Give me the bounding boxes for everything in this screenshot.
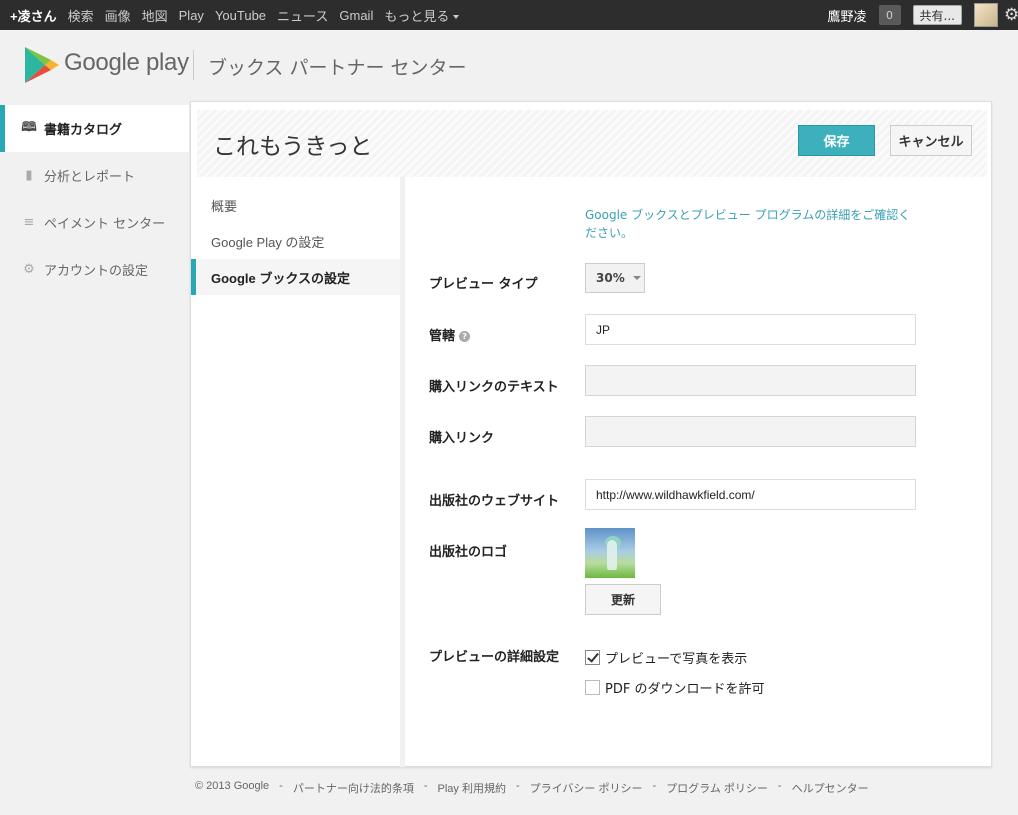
panel-header: これもうきっと 保存 キャンセル bbox=[197, 110, 987, 177]
nav-more-menu[interactable]: もっと見る bbox=[384, 6, 459, 25]
google-play-logo-icon[interactable] bbox=[25, 47, 59, 83]
leftnav-item-label: 分析とレポート bbox=[44, 170, 136, 185]
google-bar-account: 鷹野凌 0 共有... ⚙ bbox=[828, 0, 1018, 30]
notification-count[interactable]: 0 bbox=[878, 5, 901, 25]
leftnav-item-label: ペイメント センター bbox=[44, 217, 166, 232]
google-bar: +凌さん 検索 画像 地図 Play YouTube ニュース Gmail もっ… bbox=[0, 0, 1018, 30]
avatar[interactable] bbox=[974, 3, 998, 27]
leftnav-item-payments[interactable]: ≡ ペイメント センター bbox=[0, 199, 189, 246]
nav-maps[interactable]: 地図 bbox=[142, 6, 168, 25]
publisher-website-label: 出版社のウェブサイト bbox=[429, 494, 560, 509]
update-logo-button[interactable]: 更新 bbox=[585, 584, 661, 615]
nav-search[interactable]: 検索 bbox=[68, 6, 94, 25]
settings-gear-icon[interactable]: ⚙ bbox=[1004, 5, 1018, 25]
nav-youtube[interactable]: YouTube bbox=[215, 8, 266, 23]
publisher-logo-image bbox=[585, 528, 635, 578]
footer-link-help-center[interactable]: ヘルプセンター bbox=[792, 780, 869, 796]
nav-gmail[interactable]: Gmail bbox=[339, 8, 373, 23]
footer-link-partner-terms[interactable]: パートナー向け法的条項 bbox=[293, 780, 414, 796]
pdf-download-label: PDF のダウンロードを許可 bbox=[605, 682, 765, 697]
page-footer: © 2013 Google - パートナー向け法的条項 - Play 利用規約 … bbox=[195, 780, 869, 796]
copyright: © 2013 Google bbox=[195, 780, 270, 792]
preview-type-select[interactable]: 30% bbox=[585, 263, 645, 293]
google-bar-nav: +凌さん 検索 画像 地図 Play YouTube ニュース Gmail もっ… bbox=[10, 0, 470, 30]
pdf-download-option[interactable]: PDF のダウンロードを許可 bbox=[585, 678, 764, 697]
footer-link-program-policy[interactable]: プログラム ポリシー bbox=[666, 780, 768, 796]
footer-link-play-terms[interactable]: Play 利用規約 bbox=[438, 780, 506, 796]
buy-link-label: 購入リンク bbox=[429, 431, 495, 446]
footer-link-privacy[interactable]: プライバシー ポリシー bbox=[530, 780, 643, 796]
nav-news[interactable]: ニュース bbox=[277, 6, 328, 25]
subnav-item-google-play-settings[interactable]: Google Play の設定 bbox=[191, 223, 400, 259]
buy-link-field[interactable] bbox=[585, 416, 916, 447]
pdf-download-checkbox[interactable] bbox=[585, 680, 600, 695]
jurisdiction-field[interactable]: JP bbox=[585, 314, 916, 345]
preview-type-value: 30% bbox=[596, 271, 625, 285]
nav-plus-profile[interactable]: +凌さん bbox=[10, 6, 57, 25]
book-icon: 🕮 bbox=[21, 119, 37, 135]
google-books-settings-form: Google ブックスとプレビュー プログラムの詳細をご確認ください。 プレビュ… bbox=[410, 177, 990, 767]
gear-icon: ⚙ bbox=[23, 262, 35, 277]
header-divider bbox=[193, 50, 194, 80]
book-sub-navigation: 概要 Google Play の設定 Google ブックスの設定 bbox=[191, 177, 405, 767]
left-navigation: 🕮 書籍カタログ ▮ 分析とレポート ≡ ペイメント センター ⚙ アカウントの… bbox=[0, 105, 189, 293]
preview-type-label: プレビュー タイプ bbox=[429, 277, 538, 292]
book-title: これもうきっと bbox=[213, 134, 373, 160]
partner-center-title: ブックス パートナー センター bbox=[208, 57, 467, 79]
leftnav-item-label: アカウントの設定 bbox=[44, 264, 149, 279]
show-photos-label: プレビューで写真を表示 bbox=[605, 652, 748, 667]
preview-detail-label: プレビューの詳細設定 bbox=[429, 650, 560, 665]
jurisdiction-label: 管轄 bbox=[429, 329, 456, 344]
jurisdiction-label-row: 管轄? bbox=[429, 325, 471, 344]
subnav-item-google-books-settings[interactable]: Google ブックスの設定 bbox=[191, 259, 400, 295]
help-icon[interactable]: ? bbox=[459, 331, 471, 342]
publisher-logo-label: 出版社のロゴ bbox=[429, 545, 508, 560]
nav-play[interactable]: Play bbox=[179, 8, 204, 23]
coins-icon: ≡ bbox=[23, 215, 35, 230]
save-button[interactable]: 保存 bbox=[798, 125, 875, 156]
publisher-website-field[interactable]: http://www.wildhawkfield.com/ bbox=[585, 479, 916, 510]
show-photos-option[interactable]: プレビューで写真を表示 bbox=[585, 648, 747, 667]
leftnav-item-analytics[interactable]: ▮ 分析とレポート bbox=[0, 152, 189, 199]
leftnav-item-account-settings[interactable]: ⚙ アカウントの設定 bbox=[0, 246, 189, 293]
account-name[interactable]: 鷹野凌 bbox=[828, 6, 867, 25]
subnav-item-overview[interactable]: 概要 bbox=[191, 187, 400, 223]
show-photos-checkbox[interactable] bbox=[585, 650, 600, 665]
preview-program-info-link[interactable]: Google ブックスとプレビュー プログラムの詳細をご確認ください。 bbox=[585, 206, 915, 242]
google-play-logo-text[interactable]: Google play bbox=[64, 49, 189, 77]
leftnav-item-book-catalog[interactable]: 🕮 書籍カタログ bbox=[0, 105, 189, 152]
cancel-button[interactable]: キャンセル bbox=[890, 125, 972, 156]
leftnav-item-label: 書籍カタログ bbox=[44, 123, 123, 138]
share-button[interactable]: 共有... bbox=[912, 5, 962, 25]
page-header: Google play ブックス パートナー センター bbox=[0, 30, 1018, 100]
chevron-down-icon bbox=[632, 276, 641, 280]
buy-link-text-field[interactable] bbox=[585, 365, 916, 396]
bar-chart-icon: ▮ bbox=[25, 168, 33, 183]
nav-images[interactable]: 画像 bbox=[105, 6, 131, 25]
book-settings-panel: これもうきっと 保存 キャンセル 概要 Google Play の設定 Goog… bbox=[190, 101, 992, 767]
buy-link-text-label: 購入リンクのテキスト bbox=[429, 380, 559, 395]
